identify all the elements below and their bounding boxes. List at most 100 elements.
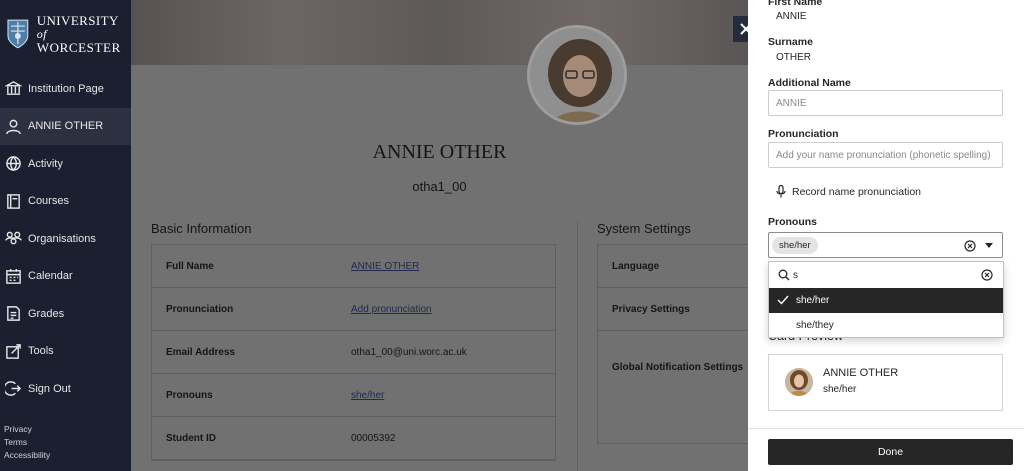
sidebar-item-label: ANNIE OTHER [28, 120, 104, 133]
table-row: Email Address otha1_00@uni.worc.ac.uk [152, 331, 555, 374]
row-key: Email Address [166, 346, 236, 358]
card-name: ANNIE OTHER [823, 367, 899, 379]
table-row: Pronouns she/her [152, 374, 555, 417]
done-button[interactable]: Done [768, 439, 1013, 465]
setting-label: Privacy Settings [612, 303, 690, 315]
add-pronunciation-link[interactable]: Add pronunciation [351, 304, 432, 315]
card-pronouns: she/her [823, 384, 857, 395]
courses-icon [4, 192, 22, 210]
row-key: Pronunciation [166, 303, 234, 315]
sidebar-item-label: Courses [28, 195, 69, 208]
section-divider [577, 221, 578, 471]
setting-label: Language [612, 260, 660, 272]
sidebar-item-label: Activity [28, 157, 63, 170]
row-key: Student ID [166, 432, 216, 444]
avatar-photo [785, 368, 813, 396]
system-setting-notifications[interactable]: Global Notification Settings [598, 331, 748, 403]
sidebar-item-profile[interactable]: ANNIE OTHER [0, 107, 131, 145]
sidebar-item-courses[interactable]: Courses [0, 183, 131, 221]
accessibility-link[interactable]: Accessibility [4, 449, 50, 462]
sidebar-item-institution-page[interactable]: Institution Page [0, 70, 131, 108]
pronouns-select[interactable]: she/her [768, 232, 1003, 258]
table-row: Student ID 00005392 [152, 417, 555, 460]
pronoun-option-she-her[interactable]: she/her [769, 288, 1003, 313]
sidebar-item-grades[interactable]: Grades [0, 295, 131, 333]
sidebar-item-tools[interactable]: Tools [0, 333, 131, 371]
full-name-link[interactable]: ANNIE OTHER [351, 261, 419, 272]
sidebar-item-activity[interactable]: Activity [0, 145, 131, 183]
profile-name: ANNIE OTHER [372, 141, 507, 163]
basic-information-table: Full Name ANNIE OTHER Pronunciation Add … [151, 244, 556, 461]
privacy-link[interactable]: Privacy [4, 423, 50, 436]
legal-links: Privacy Terms Accessibility [4, 423, 50, 462]
row-key: Pronouns [166, 389, 213, 401]
organisations-icon [4, 230, 22, 248]
sidebar-item-label: Calendar [28, 270, 73, 283]
setting-label: Global Notification Settings [612, 361, 744, 373]
table-row: Pronunciation Add pronunciation [152, 288, 555, 331]
logo-text: UNIVERSITY of WORCESTER [37, 14, 131, 54]
pronouns-dropdown: she/her she/they [768, 261, 1004, 338]
first-name-value: ANNIE [776, 11, 807, 22]
terms-link[interactable]: Terms [4, 436, 50, 449]
microphone-icon [776, 185, 786, 198]
clear-icon[interactable] [964, 240, 976, 252]
pronouns-search [769, 262, 1003, 288]
search-icon [778, 269, 790, 281]
profile-username: otha1_00 [412, 179, 467, 194]
pronunciation-input[interactable] [768, 142, 1003, 168]
sidebar-item-sign-out[interactable]: Sign Out [0, 370, 131, 408]
check-icon [777, 295, 789, 305]
tools-icon [4, 342, 22, 360]
globe-icon [4, 155, 22, 173]
system-setting-privacy[interactable]: Privacy Settings [598, 288, 748, 331]
profile-page: ANNIE OTHER otha1_00 Basic Information S… [131, 0, 748, 471]
pronouns-link[interactable]: she/her [351, 390, 384, 401]
sidebar: UNIVERSITY of WORCESTER Institution Page… [0, 0, 131, 471]
first-name-label: First Name [768, 0, 823, 8]
pronouns-label: Pronouns [768, 216, 817, 228]
clear-search-icon[interactable] [981, 269, 993, 281]
sidebar-item-label: Tools [28, 345, 54, 358]
sidebar-item-label: Grades [28, 307, 65, 320]
additional-name-label: Additional Name [768, 77, 851, 89]
option-label: she/her [796, 295, 830, 306]
record-label: Record name pronunciation [792, 185, 921, 198]
option-label: she/they [796, 320, 834, 331]
sidebar-item-label: Institution Page [28, 82, 104, 95]
system-setting-language[interactable]: Language [598, 245, 748, 288]
sidebar-item-organisations[interactable]: Organisations [0, 220, 131, 258]
pronoun-chip[interactable]: she/her [772, 237, 818, 254]
record-pronunciation-button[interactable]: Record name pronunciation [776, 185, 921, 198]
calendar-icon [4, 267, 22, 285]
sidebar-item-calendar[interactable]: Calendar [0, 258, 131, 296]
profile-avatar[interactable] [527, 25, 627, 125]
system-settings-heading: System Settings [597, 221, 691, 236]
edit-name-panel: First Name ANNIE Surname OTHER Additiona… [748, 0, 1024, 471]
chevron-down-icon[interactable] [985, 243, 993, 248]
surname-label: Surname [768, 36, 813, 48]
avatar [785, 368, 813, 396]
logo-line-1-suffix: of [36, 27, 47, 41]
system-settings-table: Language Privacy Settings Global Notific… [597, 244, 748, 444]
sidebar-item-label: Organisations [28, 232, 96, 245]
card-preview: ANNIE OTHER she/her [768, 354, 1003, 411]
row-key: Full Name [166, 260, 214, 272]
pronouns-search-input[interactable] [793, 265, 973, 285]
pronunciation-label: Pronunciation [768, 128, 839, 140]
footer-divider [748, 428, 1024, 429]
student-id-value: 00005392 [351, 432, 396, 444]
shield-icon [7, 19, 29, 49]
logo-line-1: UNIVERSITY [36, 13, 119, 28]
institution-icon [4, 80, 22, 98]
profile-photo [530, 28, 624, 122]
pronoun-option-she-they[interactable]: she/they [769, 313, 1003, 338]
additional-name-input[interactable] [768, 90, 1003, 116]
grades-icon [4, 305, 22, 323]
user-icon [4, 117, 22, 135]
basic-information-heading: Basic Information [151, 221, 252, 236]
surname-value: OTHER [776, 52, 811, 63]
email-value: otha1_00@uni.worc.ac.uk [351, 346, 467, 358]
table-row: Full Name ANNIE OTHER [152, 245, 555, 288]
university-logo[interactable]: UNIVERSITY of WORCESTER [6, 14, 131, 54]
